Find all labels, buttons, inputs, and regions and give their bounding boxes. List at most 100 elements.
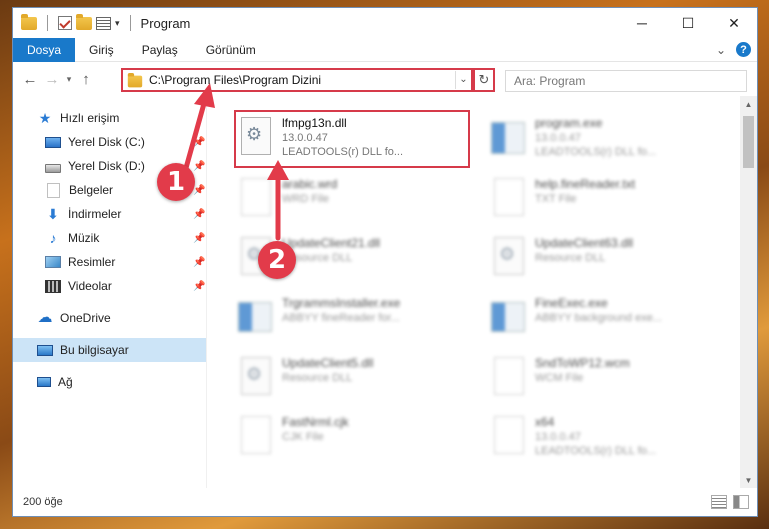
minimize-button[interactable]: ─: [619, 8, 665, 38]
address-bar[interactable]: C:\Program Files\Program Dizini ⌄: [121, 68, 473, 92]
file-name: UpdateClient21.dll: [282, 236, 381, 250]
pin-icon[interactable]: 📌: [193, 233, 205, 244]
file-item[interactable]: SndToWP12.wcm WCM File: [487, 350, 723, 408]
sidebar-item-this-pc[interactable]: Bu bilgisayar: [13, 338, 206, 362]
view-buttons: [711, 495, 749, 509]
folder-icon: [127, 72, 143, 88]
forward-arrow-icon[interactable]: →: [41, 68, 63, 90]
address-path[interactable]: C:\Program Files\Program Dizini: [149, 73, 455, 87]
sidebar-item-network[interactable]: Ağ: [13, 370, 206, 394]
help-icon[interactable]: ?: [736, 42, 751, 57]
pin-icon[interactable]: 📌: [193, 137, 205, 148]
pin-icon[interactable]: 📌: [193, 209, 205, 220]
maximize-button[interactable]: ☐: [665, 8, 711, 38]
file-item[interactable]: arabic.wrd WRD File: [234, 171, 470, 229]
refresh-button[interactable]: ↻: [473, 68, 495, 92]
sidebar-item-downloads[interactable]: ⬇ İndirmeler 📌: [13, 202, 206, 226]
title-bar: ▾ Program ─ ☐ ✕: [13, 8, 757, 38]
pin-icon[interactable]: 📌: [193, 257, 205, 268]
divider: [47, 15, 48, 31]
file-item[interactable]: TrgrammsInstaller.exe ABBYY fineReader f…: [234, 290, 470, 348]
tab-view[interactable]: Görünüm: [192, 38, 270, 62]
folder-icon[interactable]: [21, 13, 37, 30]
tab-file[interactable]: Dosya: [13, 37, 76, 62]
file-item[interactable]: x64 13.0.0.47 LEADTOOLS(r) DLL fo...: [487, 409, 723, 467]
file-item[interactable]: UpdateClient5.dll Resource DLL: [234, 350, 470, 408]
file-description: ABBYY fineReader for...: [282, 312, 400, 324]
sidebar-item-videos[interactable]: Videolar 📌: [13, 274, 206, 298]
recent-locations-dropdown-icon[interactable]: ▾: [63, 74, 75, 85]
disk-icon: [45, 163, 61, 173]
back-arrow-icon[interactable]: ←: [19, 68, 41, 90]
network-icon: [37, 377, 51, 387]
file-icon: [494, 357, 524, 395]
large-icons-view-icon[interactable]: [733, 495, 749, 509]
pin-icon[interactable]: 📌: [193, 161, 205, 172]
file-item[interactable]: help.fineReader.txt TXT File: [487, 171, 723, 229]
pictures-icon: [45, 256, 61, 268]
step-badge-1: 1: [157, 163, 195, 201]
file-item[interactable]: FastNrml.cjk CJK File: [234, 409, 470, 467]
scroll-down-icon[interactable]: ▼: [740, 472, 757, 489]
file-item[interactable]: UpdateClient63.dll Resource DLL: [487, 230, 723, 288]
pin-icon[interactable]: 📌: [193, 281, 205, 292]
window-controls: ─ ☐ ✕: [619, 8, 757, 38]
file-type: Resource DLL: [282, 252, 353, 264]
file-type: Resource DLL: [282, 372, 353, 384]
sidebar-item-quick-access[interactable]: ★ Hızlı erişim: [13, 106, 206, 130]
file-description: LEADTOOLS(r) DLL fo...: [535, 146, 657, 158]
file-name: UpdateClient5.dll: [282, 356, 374, 370]
file-icon: [241, 416, 271, 454]
pin-icon[interactable]: 📌: [193, 185, 205, 196]
file-highlight-box: [234, 110, 470, 168]
computer-icon: [37, 344, 53, 356]
file-item[interactable]: program.exe 13.0.0.47 LEADTOOLS(r) DLL f…: [487, 110, 723, 168]
file-description: LEADTOOLS(r) DLL fo...: [535, 445, 657, 457]
close-button[interactable]: ✕: [711, 8, 757, 38]
file-icon: [494, 178, 524, 216]
tab-share[interactable]: Paylaş: [128, 38, 192, 62]
vertical-scrollbar[interactable]: ▲ ▼: [740, 96, 757, 489]
file-icon: [494, 416, 524, 454]
ribbon-right-controls: ⌄ ?: [716, 42, 751, 57]
file-name: help.fineReader.txt: [535, 177, 636, 191]
sidebar-item-label: Yerel Disk (D:): [68, 159, 145, 173]
view-properties-icon[interactable]: [96, 16, 111, 30]
details-view-icon[interactable]: [711, 495, 727, 509]
expand-ribbon-chevron-icon[interactable]: ⌄: [716, 43, 726, 57]
sidebar-item-pictures[interactable]: Resimler 📌: [13, 250, 206, 274]
explorer-window: ▾ Program ─ ☐ ✕ Dosya Giriş Paylaş Görün…: [12, 7, 758, 517]
file-type: WCM File: [535, 372, 584, 384]
sidebar-item-label: Hızlı erişim: [60, 111, 120, 125]
scroll-up-icon[interactable]: ▲: [740, 96, 757, 113]
file-name: SndToWP12.wcm: [535, 356, 630, 370]
up-arrow-icon[interactable]: ↑: [75, 68, 97, 90]
tab-home[interactable]: Giriş: [75, 38, 128, 62]
scrollbar-thumb[interactable]: [743, 116, 754, 168]
exe-icon: [491, 122, 525, 154]
sidebar-item-label: Belgeler: [69, 183, 114, 197]
sidebar-item-onedrive[interactable]: ☁ OneDrive: [13, 306, 206, 330]
file-version: 13.0.0.47: [535, 132, 581, 144]
content-area: ★ Hızlı erişim Yerel Disk (C:) 📌 Yerel D…: [13, 96, 757, 489]
item-count: 200 öğe: [23, 496, 63, 508]
address-dropdown-icon[interactable]: ⌄: [455, 71, 471, 89]
customize-toolbar-dropdown-icon[interactable]: ▾: [115, 18, 120, 29]
file-type: WRD File: [282, 193, 330, 205]
sidebar-item-label: Ağ: [58, 375, 73, 389]
properties-check-icon[interactable]: [58, 16, 72, 30]
sidebar-item-label: Videolar: [68, 279, 112, 293]
file-name: FastNrml.cjk: [282, 415, 349, 429]
sidebar-item-music[interactable]: ♪ Müzik 📌: [13, 226, 206, 250]
file-item[interactable]: FineExec.exe ABBYY background exe...: [487, 290, 723, 348]
file-name: UpdateClient63.dll: [535, 236, 634, 250]
sidebar-item-local-disk-c[interactable]: Yerel Disk (C:) 📌: [13, 130, 206, 154]
videos-icon: [45, 279, 61, 293]
quick-access-toolbar: ▾ Program: [13, 13, 190, 31]
new-folder-icon[interactable]: [76, 13, 92, 30]
file-name: program.exe: [535, 116, 603, 130]
sidebar-item-label: İndirmeler: [68, 207, 122, 221]
file-name: FineExec.exe: [535, 296, 608, 310]
search-input[interactable]: Ara: Program: [505, 70, 747, 92]
file-list: lfmpg13n.dll 13.0.0.47 LEADTOOLS(r) DLL …: [207, 96, 757, 489]
